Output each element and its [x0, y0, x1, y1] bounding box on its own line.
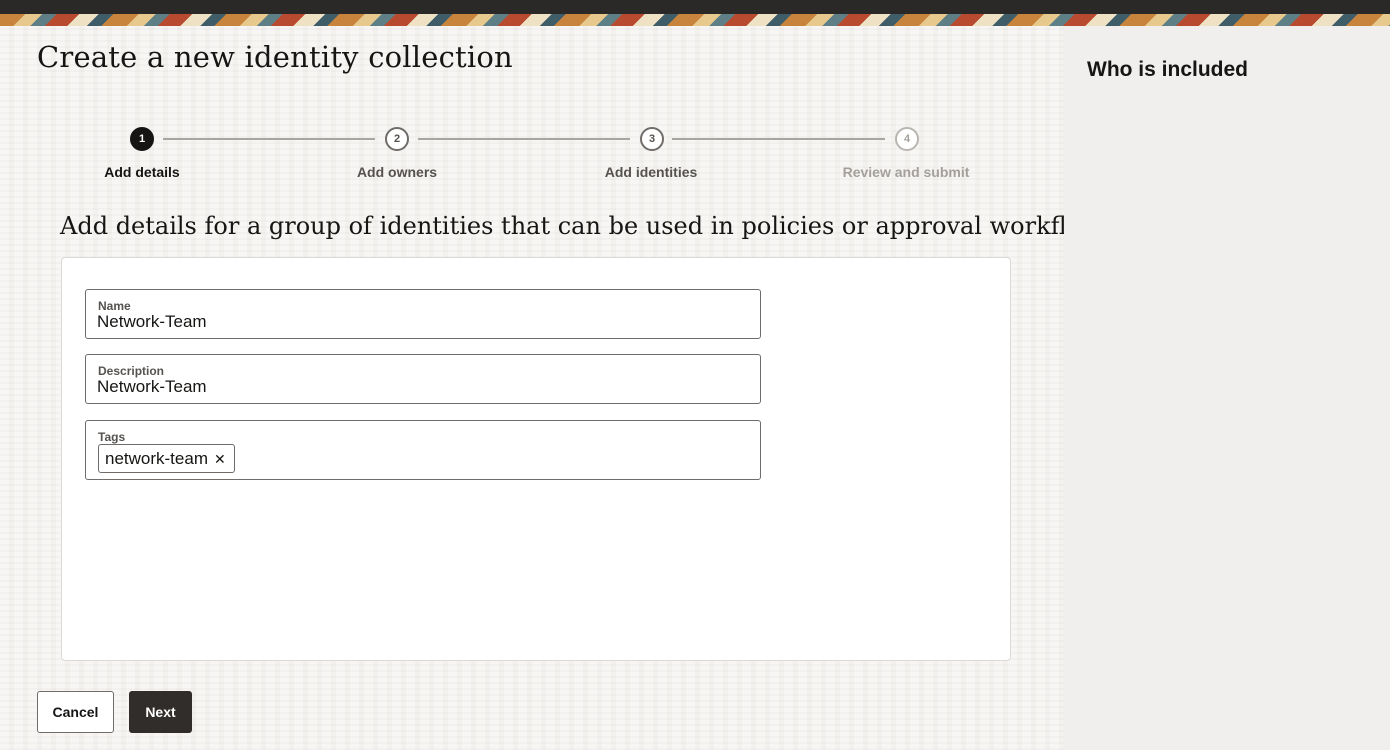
description-field[interactable]: Description [85, 354, 761, 404]
step-3-label: Add identities [604, 164, 698, 180]
cancel-button[interactable]: Cancel [37, 691, 114, 733]
stepper: 1 Add details 2 Add owners 3 Add identit… [0, 126, 1064, 186]
step-connector [418, 138, 630, 140]
tags-field[interactable]: Tags network-team ✕ [85, 420, 761, 480]
top-banner [0, 0, 1390, 26]
details-form-card: Name Description Tags network-team ✕ [61, 257, 1011, 661]
form-description: Add details for a group of identities th… [60, 212, 1122, 240]
banner-pattern [0, 14, 1390, 26]
tag-chip: network-team ✕ [98, 444, 235, 473]
step-4-label: Review and submit [842, 164, 970, 180]
step-2-label: Add owners [356, 164, 438, 180]
description-field-label: Description [98, 364, 165, 378]
who-is-included-panel: Who is included [1064, 26, 1390, 750]
next-button[interactable]: Next [129, 691, 192, 733]
name-field[interactable]: Name [85, 289, 761, 339]
description-input[interactable] [97, 377, 737, 397]
step-1-label: Add details [104, 164, 180, 180]
step-4-indicator: 4 [895, 127, 919, 151]
name-input[interactable] [97, 312, 737, 332]
tags-field-label: Tags [98, 430, 126, 444]
step-2-indicator: 2 [385, 127, 409, 151]
main-panel: Create a new identity collection 1 Add d… [0, 26, 1122, 750]
step-connector [163, 138, 375, 140]
name-field-label: Name [98, 299, 131, 313]
step-3-indicator: 3 [640, 127, 664, 151]
tag-chip-text: network-team [105, 448, 208, 468]
step-1-indicator: 1 [130, 127, 154, 151]
step-connector [672, 138, 885, 140]
side-panel-title: Who is included [1087, 58, 1248, 81]
close-icon[interactable]: ✕ [214, 452, 226, 466]
page-title: Create a new identity collection [37, 40, 513, 74]
